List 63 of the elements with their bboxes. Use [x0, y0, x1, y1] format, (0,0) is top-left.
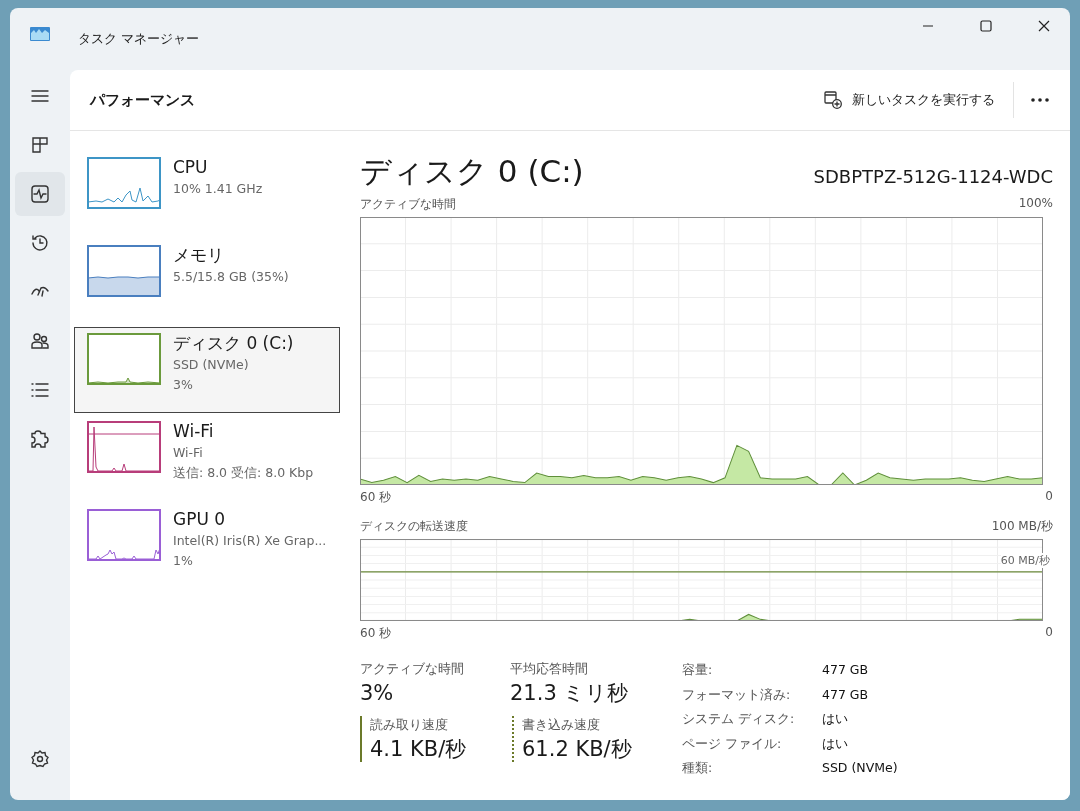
rate-label: 読み取り速度: [370, 716, 449, 734]
settings-icon: [30, 749, 50, 769]
axis-start-label: 60 秒: [360, 625, 392, 642]
new-task-icon: [824, 91, 842, 109]
property-label: 種類:: [682, 759, 714, 777]
window-title: タスク マネージャー: [78, 30, 200, 48]
more-icon[interactable]: [1030, 97, 1050, 103]
rate-label: 書き込み速度: [522, 716, 601, 734]
property-value: はい: [822, 734, 849, 753]
run-task-button[interactable]: 新しいタスクを実行する: [816, 85, 1003, 115]
rate-value: 61.2 KB/秒: [522, 736, 632, 763]
device-name: メモリ: [173, 244, 225, 267]
tiles-icon: [30, 135, 50, 155]
property-label: 容量:: [682, 661, 714, 679]
disk-model: SDBPTPZ-512G-1124-WDC: [813, 166, 1053, 189]
axis-max-label: 100%: [1018, 196, 1053, 212]
chart-label: アクティブな時間: [360, 196, 456, 213]
device-detail: 送信: 8.0 受信: 8.0 Kbp: [173, 464, 314, 482]
device-item[interactable]: メモリ 5.5/15.8 GB (35%): [74, 239, 340, 325]
device-detail: 1%: [173, 552, 194, 570]
property-label: ページ ファイル:: [682, 734, 783, 753]
property-value: 477 GB: [822, 685, 870, 704]
chart-label: ディスクの転送速度: [360, 518, 468, 535]
app-icon: [30, 27, 50, 41]
stat-label: アクティブな時間: [360, 660, 465, 678]
stat-value: 3%: [360, 680, 395, 707]
puzzle-icon: [30, 429, 50, 449]
device-item[interactable]: GPU 0 Intel(R) Iris(R) Xe Grap... 1%: [74, 503, 340, 589]
device-detail: 3%: [173, 376, 194, 394]
device-item[interactable]: CPU 10% 1.41 GHz: [74, 151, 340, 237]
scale-line-label: 60 MB/秒: [1000, 553, 1050, 568]
maximize-icon[interactable]: [980, 20, 992, 32]
property-label: フォーマット済み:: [682, 685, 792, 704]
property-value: はい: [822, 710, 849, 728]
property-value: 477 GB: [822, 661, 870, 679]
axis-max-label: 100 MB/秒: [991, 518, 1053, 535]
stat-value: 21.3 ミリ秒: [510, 680, 629, 707]
device-name: GPU 0: [173, 508, 227, 531]
device-detail: 10% 1.41 GHz: [173, 180, 263, 198]
device-detail: SSD (NVMe): [173, 356, 250, 374]
history-icon: [30, 233, 50, 253]
device-item-selected[interactable]: ディスク 0 (C:) SSD (NVMe) 3%: [74, 327, 340, 413]
pulse-icon: [30, 184, 50, 204]
device-detail: 5.5/15.8 GB (35%): [173, 268, 289, 286]
disk-title: ディスク 0 (C:): [360, 152, 584, 191]
device-name: Wi-Fi: [173, 420, 215, 443]
nav-item-selected[interactable]: [15, 172, 65, 216]
rate-value: 4.1 KB/秒: [370, 736, 468, 763]
device-item[interactable]: Wi-Fi Wi-Fi 送信: 8.0 受信: 8.0 Kbp: [74, 415, 340, 501]
property-label: システム ディスク:: [682, 710, 796, 728]
stat-label: 平均応答時間: [510, 660, 589, 678]
device-detail: Wi-Fi: [173, 444, 204, 462]
axis-end-label: 0: [1045, 625, 1053, 641]
device-name: ディスク 0 (C:): [173, 332, 294, 355]
list-icon: [30, 380, 50, 400]
users-icon: [30, 331, 50, 351]
page-title: パフォーマンス: [90, 90, 195, 110]
axis-start-label: 60 秒: [360, 489, 392, 506]
device-detail: Intel(R) Iris(R) Xe Grap...: [173, 532, 327, 550]
property-value: SSD (NVMe): [822, 759, 898, 777]
device-name: CPU: [173, 156, 209, 179]
close-icon[interactable]: [1038, 20, 1050, 32]
axis-end-label: 0: [1045, 489, 1053, 505]
